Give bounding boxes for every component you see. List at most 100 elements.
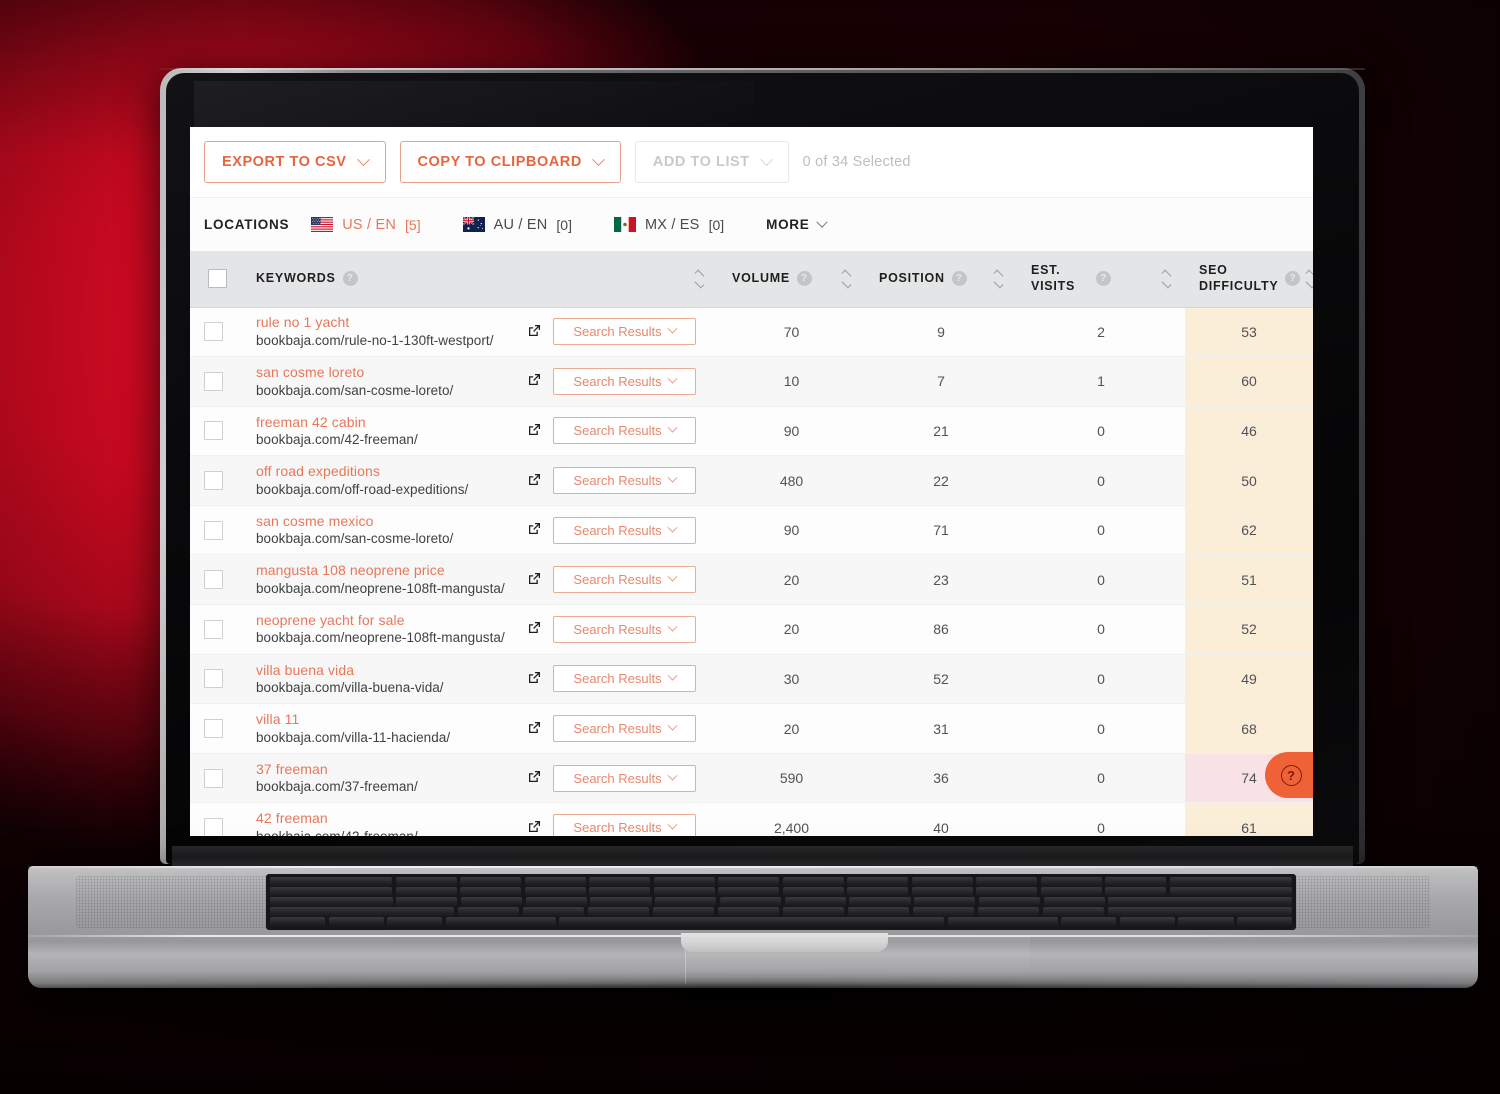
column-label-est-visits: EST. VISITS <box>1031 263 1076 293</box>
external-link-icon[interactable] <box>521 473 547 489</box>
row-select-cell <box>190 703 242 754</box>
location-tab-mx[interactable]: MX / ES [0] <box>613 216 724 233</box>
sort-volume-icon[interactable] <box>841 269 852 289</box>
help-button[interactable]: ? <box>1265 752 1313 798</box>
row-checkbox[interactable] <box>204 570 223 590</box>
application-screen: EXPORT TO CSV COPY TO CLIPBOARD ADD TO L… <box>190 127 1313 836</box>
search-results-button[interactable]: Search Results <box>553 764 696 792</box>
search-results-button[interactable]: Search Results <box>553 615 696 643</box>
location-label-mx: MX / ES <box>644 216 700 233</box>
copy-to-clipboard-button[interactable]: COPY TO CLIPBOARD <box>399 141 621 183</box>
row-checkbox[interactable] <box>204 520 223 540</box>
keyword-cell: neoprene yacht for sale bookbaja.com/neop… <box>242 604 718 655</box>
keyword-link[interactable]: neoprene yacht for sale <box>256 611 521 629</box>
help-tooltip-icon[interactable]: ? <box>951 271 967 287</box>
row-checkbox[interactable] <box>204 818 223 836</box>
position-cell: 21 <box>865 406 1017 457</box>
location-tab-au[interactable]: AU / EN [0] <box>462 217 572 233</box>
position-cell: 9 <box>865 307 1017 358</box>
location-tab-us[interactable]: US / EN [5] <box>311 217 421 233</box>
external-link-icon[interactable] <box>521 423 547 439</box>
external-link-icon[interactable] <box>521 324 547 340</box>
sort-position-icon[interactable] <box>993 269 1004 289</box>
column-header-est-visits[interactable]: EST. VISITS ? <box>1017 251 1185 308</box>
help-tooltip-icon[interactable]: ? <box>342 271 358 287</box>
search-results-button[interactable]: Search Results <box>553 318 696 346</box>
locations-bar: LOCATIONS US / EN [5] AU / EN [0] MX / E… <box>190 197 1313 251</box>
column-header-keywords[interactable]: KEYWORDS ? <box>242 251 718 308</box>
keyword-url: bookbaja.com/off-road-expeditions/ <box>256 481 469 497</box>
keyword-link[interactable]: san cosme mexico <box>256 512 521 530</box>
keyword-link[interactable]: 37 freeman <box>256 760 521 778</box>
help-tooltip-icon[interactable]: ? <box>1096 271 1111 287</box>
keyboard-row <box>270 907 1292 917</box>
keyword-link[interactable]: 42 freeman <box>256 809 521 827</box>
row-checkbox[interactable] <box>204 719 223 739</box>
keyword-link[interactable]: mangusta 108 neoprene price <box>256 561 521 579</box>
row-checkbox[interactable] <box>204 322 223 342</box>
position-cell: 52 <box>865 654 1017 705</box>
sort-est-visits-icon[interactable] <box>1161 269 1172 289</box>
table-body: rule no 1 yacht bookbaja.com/rule-no-1-13… <box>190 307 1313 836</box>
position-cell: 40 <box>865 802 1017 836</box>
select-all-checkbox[interactable] <box>208 269 227 289</box>
keyword-url: bookbaja.com/42-freeman/ <box>256 432 418 448</box>
external-link-icon[interactable] <box>521 671 547 687</box>
external-link-icon[interactable] <box>521 572 547 588</box>
keyboard-row <box>270 887 1292 897</box>
external-link-icon[interactable] <box>521 373 547 389</box>
row-checkbox[interactable] <box>204 619 223 639</box>
table-row: villa 11 bookbaja.com/villa-11-hacienda/S… <box>190 703 1313 754</box>
keyboard-row <box>270 917 1293 927</box>
locations-more-button[interactable]: MORE <box>766 216 829 232</box>
keyword-link[interactable]: san cosme loreto <box>256 363 521 381</box>
keyword-link[interactable]: off road expeditions <box>256 462 521 480</box>
help-tooltip-icon[interactable]: ? <box>796 271 812 287</box>
column-label-volume: VOLUME <box>732 270 790 285</box>
row-checkbox[interactable] <box>204 669 223 689</box>
keyword-link[interactable]: freeman 42 cabin <box>256 413 521 431</box>
search-results-button[interactable]: Search Results <box>553 814 696 836</box>
search-results-button[interactable]: Search Results <box>553 715 696 743</box>
keyword-link[interactable]: villa buena vida <box>256 661 521 679</box>
row-checkbox[interactable] <box>204 768 223 788</box>
volume-cell: 20 <box>718 703 865 754</box>
keyword-cell: san cosme loreto bookbaja.com/san-cosme-l… <box>242 356 718 407</box>
sort-keywords-icon[interactable] <box>694 269 705 289</box>
column-header-seo-difficulty[interactable]: SEO DIFFICULTY ? <box>1185 251 1313 308</box>
add-to-list-label: ADD TO LIST <box>652 154 750 170</box>
search-results-button[interactable]: Search Results <box>553 566 696 594</box>
est-visits-cell: 0 <box>1017 802 1185 836</box>
search-results-label: Search Results <box>573 572 662 588</box>
volume-cell: 30 <box>718 654 865 705</box>
search-results-button[interactable]: Search Results <box>553 467 696 495</box>
keyword-link[interactable]: villa 11 <box>256 710 521 728</box>
external-link-icon[interactable] <box>521 621 547 637</box>
column-header-volume[interactable]: VOLUME ? <box>718 251 865 308</box>
row-checkbox[interactable] <box>204 471 223 491</box>
position-cell: 86 <box>865 604 1017 655</box>
search-results-button[interactable]: Search Results <box>553 516 696 544</box>
search-results-button[interactable]: Search Results <box>553 367 696 395</box>
external-link-icon[interactable] <box>521 770 547 786</box>
row-checkbox[interactable] <box>204 421 223 441</box>
search-results-button[interactable]: Search Results <box>553 665 696 693</box>
external-link-icon[interactable] <box>521 721 547 737</box>
sort-seo-difficulty-icon[interactable] <box>1306 269 1313 289</box>
keyword-link[interactable]: rule no 1 yacht <box>256 313 521 331</box>
keyword-cell: san cosme mexico bookbaja.com/san-cosme-l… <box>242 505 718 556</box>
keyword-url: bookbaja.com/neoprene-108ft-mangusta/ <box>256 580 505 596</box>
keyboard-row <box>270 877 1292 887</box>
add-to-list-button[interactable]: ADD TO LIST <box>634 141 789 183</box>
chevron-down-icon <box>667 571 678 582</box>
help-tooltip-icon[interactable]: ? <box>1285 271 1301 287</box>
row-checkbox[interactable] <box>204 371 223 391</box>
search-results-label: Search Results <box>573 770 662 786</box>
table-header-row: KEYWORDS ? VOLUME ? POSITION ? EST. VISI… <box>190 251 1313 308</box>
column-header-position[interactable]: POSITION ? <box>865 251 1017 308</box>
external-link-icon[interactable] <box>521 820 547 836</box>
export-to-csv-button[interactable]: EXPORT TO CSV <box>204 141 386 183</box>
search-results-button[interactable]: Search Results <box>553 417 696 445</box>
row-select-cell <box>190 604 242 655</box>
external-link-icon[interactable] <box>521 522 547 538</box>
